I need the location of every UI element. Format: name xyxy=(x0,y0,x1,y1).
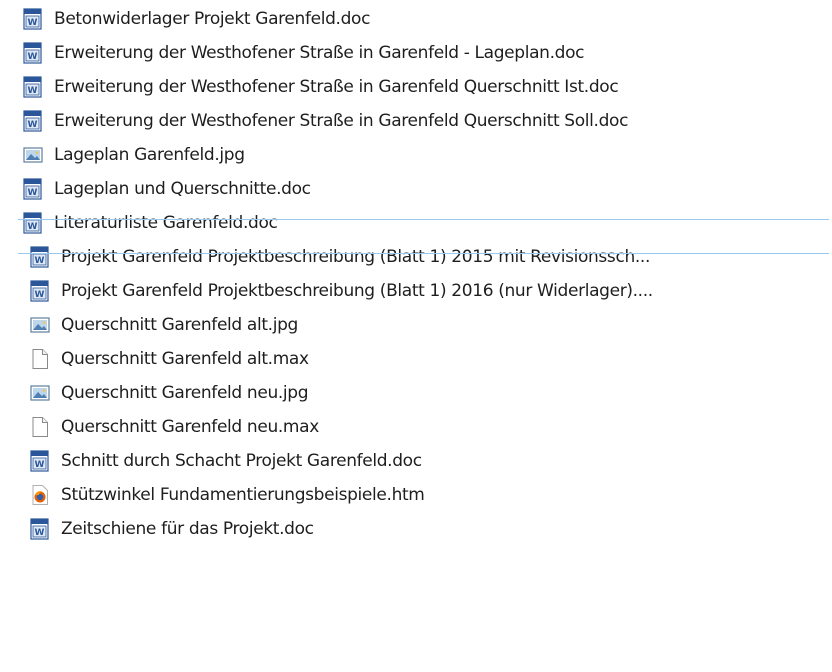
svg-text:W: W xyxy=(28,120,38,130)
list-item[interactable]: Stützwinkel Fundamentierungsbeispiele.ht… xyxy=(0,478,832,512)
file-name: Literaturliste Garenfeld.doc xyxy=(54,213,278,233)
list-item[interactable]: Querschnitt Garenfeld neu.jpg xyxy=(0,376,832,410)
list-item[interactable]: W Erweiterung der Westhofener Straße in … xyxy=(0,36,832,70)
list-item[interactable]: W Schnitt durch Schacht Projekt Garenfel… xyxy=(0,444,832,478)
list-item[interactable]: W Betonwiderlager Projekt Garenfeld.doc xyxy=(0,2,832,36)
blank-file-icon xyxy=(29,348,51,370)
selection-top-border xyxy=(18,219,829,220)
file-name: Querschnitt Garenfeld neu.max xyxy=(61,417,319,437)
image-file-icon xyxy=(29,382,51,404)
word-document-icon: W xyxy=(29,450,51,472)
list-item[interactable]: Querschnitt Garenfeld neu.max xyxy=(0,410,832,444)
svg-text:W: W xyxy=(28,188,38,198)
svg-text:W: W xyxy=(28,222,38,232)
firefox-html-icon xyxy=(29,484,51,506)
list-item[interactable]: W Projekt Garenfeld Projektbeschreibung … xyxy=(0,274,832,308)
file-name: Querschnitt Garenfeld alt.jpg xyxy=(61,315,298,335)
list-item[interactable]: Querschnitt Garenfeld alt.jpg xyxy=(0,308,832,342)
svg-text:W: W xyxy=(35,460,45,470)
blank-file-icon xyxy=(29,416,51,438)
word-document-icon: W xyxy=(29,280,51,302)
image-file-icon xyxy=(29,314,51,336)
file-name: Lageplan und Querschnitte.doc xyxy=(54,179,311,199)
svg-text:W: W xyxy=(28,86,38,96)
word-document-icon: W xyxy=(29,246,51,268)
list-item[interactable]: W Lageplan und Querschnitte.doc xyxy=(0,172,832,206)
list-item[interactable]: W Literaturliste Garenfeld.doc xyxy=(0,206,832,240)
file-name: Projekt Garenfeld Projektbeschreibung (B… xyxy=(61,281,653,301)
file-name: Betonwiderlager Projekt Garenfeld.doc xyxy=(54,9,371,29)
file-name: Zeitschiene für das Projekt.doc xyxy=(61,519,314,539)
file-name: Lageplan Garenfeld.jpg xyxy=(54,145,245,165)
svg-text:W: W xyxy=(35,256,45,266)
file-name: Projekt Garenfeld Projektbeschreibung (B… xyxy=(61,247,651,267)
file-name: Erweiterung der Westhofener Straße in Ga… xyxy=(54,111,629,131)
word-document-icon: W xyxy=(22,178,44,200)
list-item[interactable]: W Zeitschiene für das Projekt.doc xyxy=(0,512,832,546)
word-document-icon: W xyxy=(22,42,44,64)
list-item[interactable]: W Projekt Garenfeld Projektbeschreibung … xyxy=(0,240,832,274)
file-name: Erweiterung der Westhofener Straße in Ga… xyxy=(54,43,585,63)
list-item[interactable]: Lageplan Garenfeld.jpg xyxy=(0,138,832,172)
file-name: Erweiterung der Westhofener Straße in Ga… xyxy=(54,77,619,97)
svg-text:W: W xyxy=(35,528,45,538)
image-file-icon xyxy=(22,144,44,166)
list-item[interactable]: Querschnitt Garenfeld alt.max xyxy=(0,342,832,376)
word-document-icon: W xyxy=(22,8,44,30)
svg-text:W: W xyxy=(35,290,45,300)
word-document-icon: W xyxy=(29,518,51,540)
list-item[interactable]: W Erweiterung der Westhofener Straße in … xyxy=(0,70,832,104)
word-document-icon: W xyxy=(22,76,44,98)
file-name: Schnitt durch Schacht Projekt Garenfeld.… xyxy=(61,451,422,471)
word-document-icon: W xyxy=(22,110,44,132)
selection-bottom-border xyxy=(18,253,829,254)
list-item[interactable]: W Erweiterung der Westhofener Straße in … xyxy=(0,104,832,138)
word-document-icon: W xyxy=(22,212,44,234)
file-name: Querschnitt Garenfeld neu.jpg xyxy=(61,383,309,403)
file-list: W Betonwiderlager Projekt Garenfeld.doc … xyxy=(0,2,832,546)
file-name: Stützwinkel Fundamentierungsbeispiele.ht… xyxy=(61,485,425,505)
file-name: Querschnitt Garenfeld alt.max xyxy=(61,349,309,369)
svg-text:W: W xyxy=(28,18,38,28)
svg-text:W: W xyxy=(28,52,38,62)
